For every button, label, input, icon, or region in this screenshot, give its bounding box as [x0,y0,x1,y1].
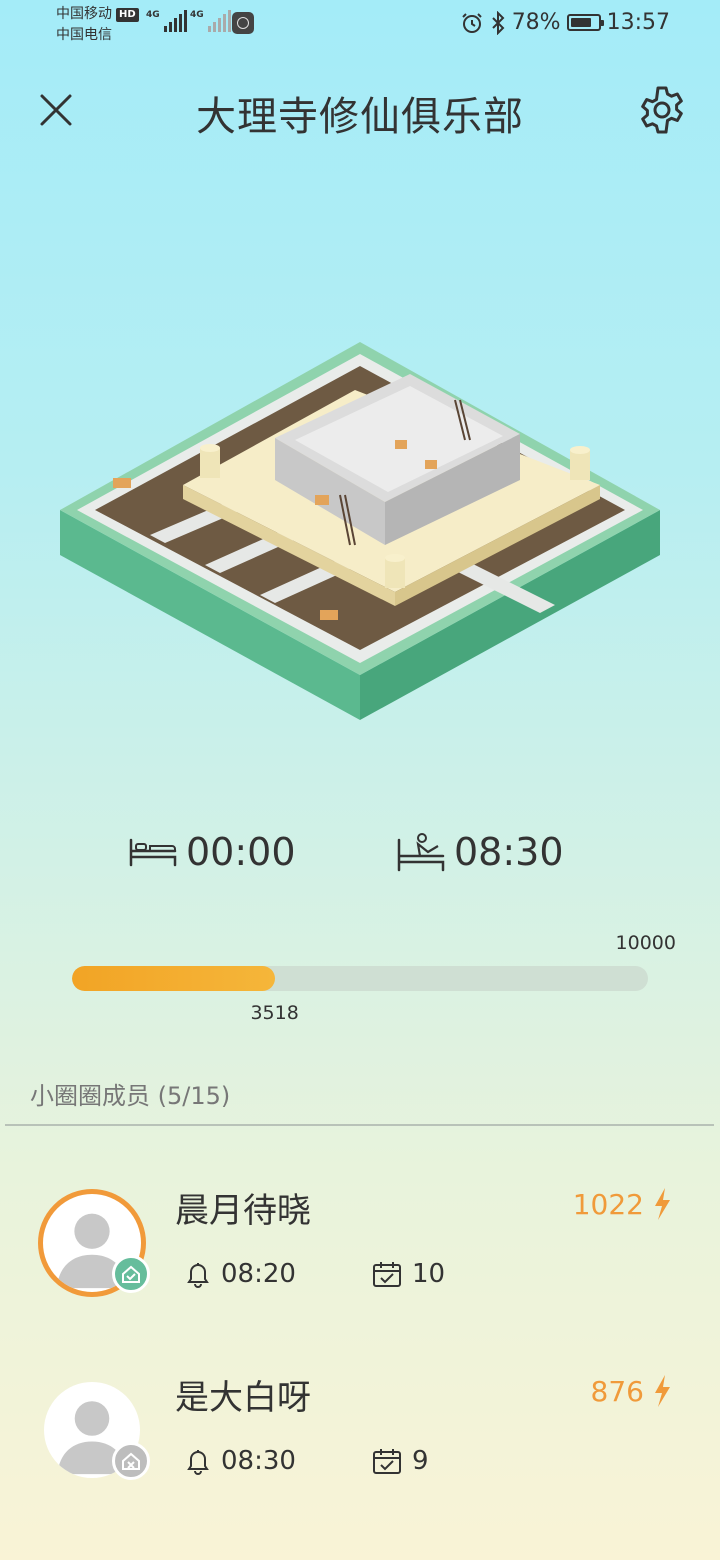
signal-1-icon: 4G [146,10,187,32]
member-row[interactable]: 是大白呀 876 08:30 9 [0,1362,720,1512]
divider [5,1124,714,1126]
calendar-check-icon [372,1449,401,1474]
not-checked-in-badge [112,1442,150,1480]
wake-time: 08:30 [454,830,564,874]
carrier-2: 中国电信 [56,27,112,43]
member-meta: 08:20 10 [185,1259,445,1289]
status-right: 78% 13:57 [460,10,670,35]
gear-icon [641,86,683,134]
member-score: 876 [591,1374,672,1408]
hd-badge: HD [116,7,139,22]
settings-button[interactable] [634,82,690,138]
progress-goal: 10000 [615,932,676,954]
progress-bar [72,966,648,991]
battery-icon [566,14,604,31]
bed-icon [129,838,177,867]
battery-percent: 78% [511,10,561,35]
calendar-check-icon [372,1262,401,1287]
checked-in-badge [112,1255,150,1293]
alarm-icon [461,12,482,33]
member-score-value: 1022 [572,1187,644,1221]
lightning-icon [655,1375,670,1407]
home-cross-icon [122,1452,140,1470]
members-title: 小圈圈成员 (5/15) [30,1082,231,1110]
progress-fill [72,966,275,991]
home-check-icon [122,1265,140,1283]
sleep-time: 00:00 [186,830,296,874]
lightning-icon [655,1188,670,1220]
header: 大理寺修仙俱乐部 [0,70,720,150]
member-score: 1022 [573,1187,672,1221]
member-meta: 08:30 9 [185,1446,428,1476]
clock: 13:57 [606,10,670,35]
status-bar: 中国移动 HD 中国电信 4G 4G 78% 13:57 [0,0,720,50]
bluetooth-icon [491,10,505,35]
wake-time-group: 08:30 [396,830,564,874]
member-row[interactable]: 晨月待晓 1022 08:20 10 [0,1175,720,1325]
app-notification-icon [232,12,254,34]
page-title: 大理寺修仙俱乐部 [196,94,524,140]
member-name: 晨月待晓 [175,1191,311,1231]
avatar[interactable] [38,1376,150,1484]
member-alarm: 08:30 [221,1446,296,1476]
member-days: 10 [411,1259,446,1289]
member-score-value: 876 [590,1374,644,1408]
wake-up-icon [397,833,445,872]
carrier-info: 中国移动 HD 中国电信 [56,4,139,46]
carrier-1: 中国移动 [56,6,112,22]
bell-icon [187,1450,209,1475]
member-days: 9 [411,1446,429,1476]
schedule: 00:00 08:30 [0,830,720,890]
sleep-time-group: 00:00 [128,830,296,874]
member-name: 是大白呀 [175,1378,311,1418]
progress-current: 3518 [250,1002,299,1024]
avatar[interactable] [38,1189,150,1297]
bell-icon [187,1263,209,1288]
signal-2-icon: 4G [190,10,231,32]
building-illustration [55,330,665,730]
member-alarm: 08:20 [221,1259,296,1289]
